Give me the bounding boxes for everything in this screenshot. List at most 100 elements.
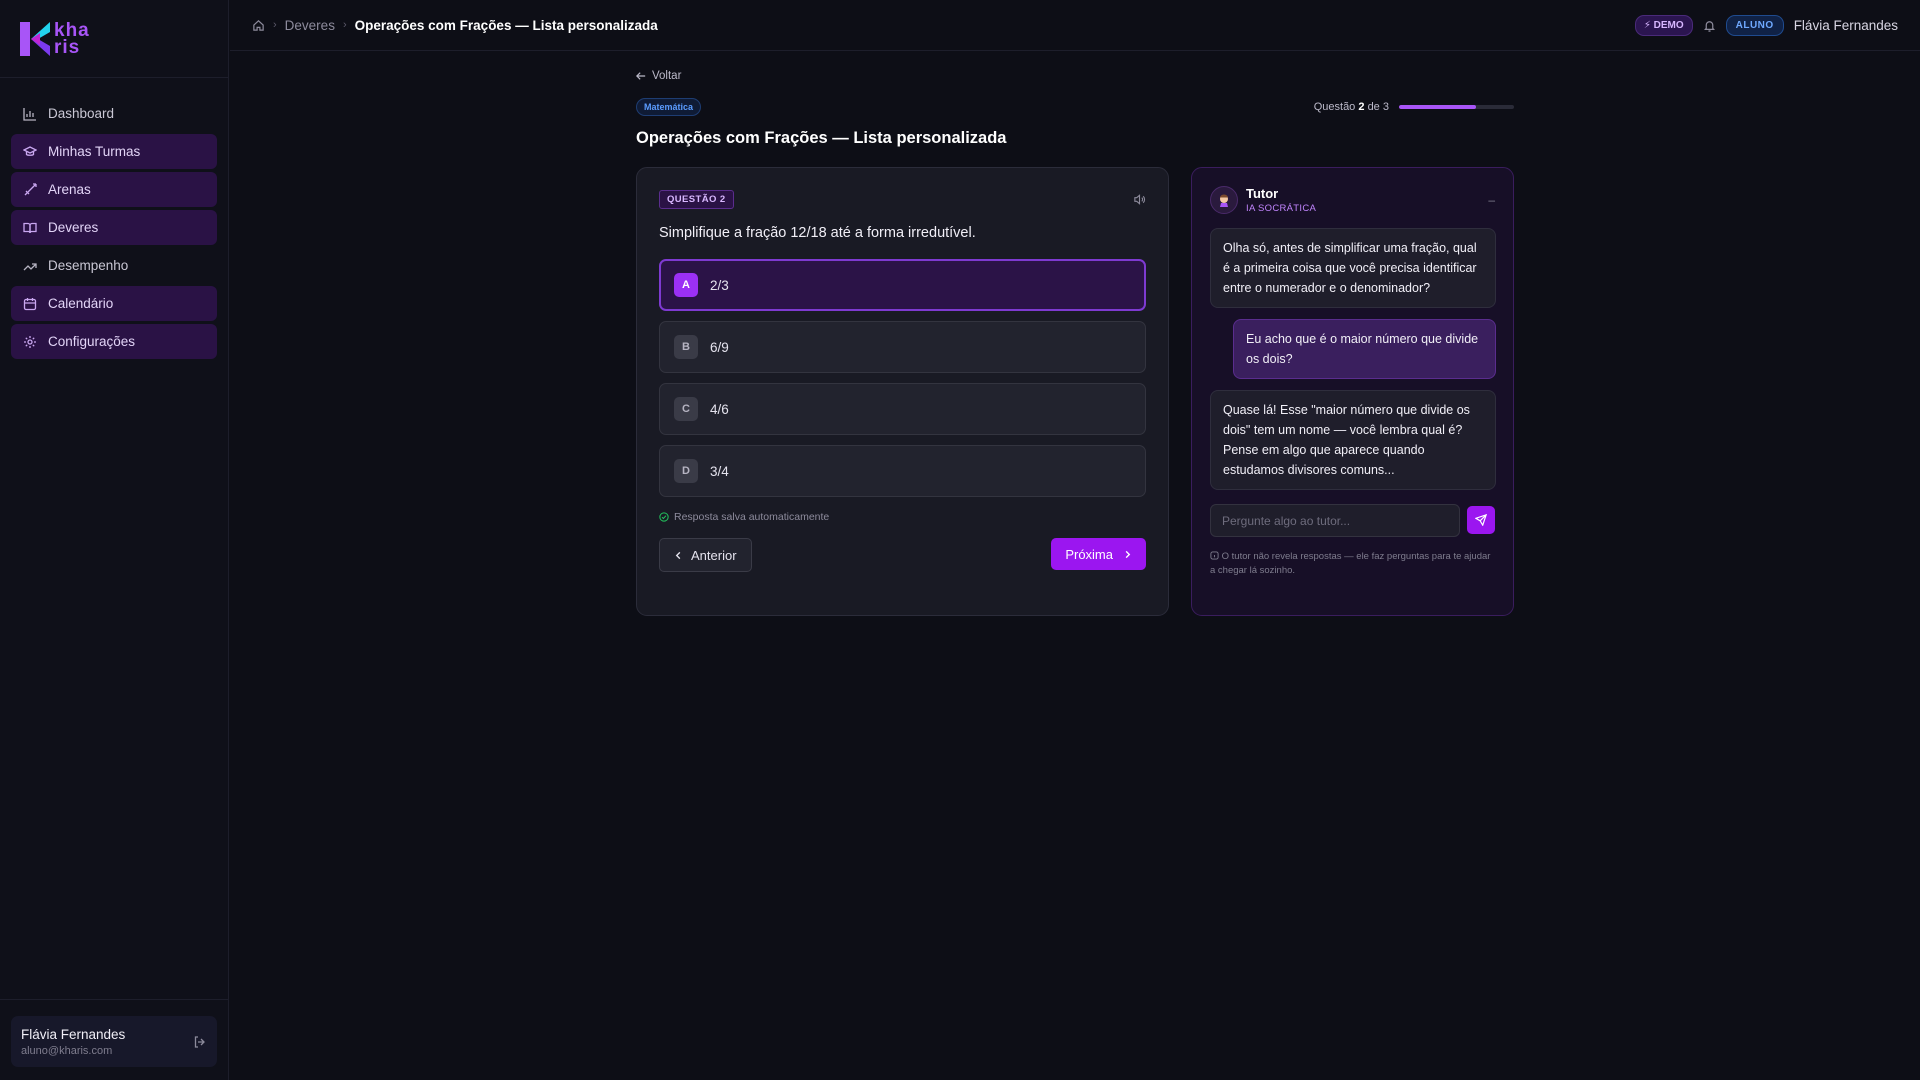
tutor-panel: Tutor IA SOCRÁTICA – Olha só, antes de s… [1191,167,1514,616]
sidebar-item-label: Dashboard [48,106,115,121]
logout-icon[interactable] [193,1035,207,1049]
sidebar-item-dashboard[interactable]: Dashboard [11,96,217,131]
chevron-right-icon: › [273,19,277,31]
sidebar-item-desempenho[interactable]: Desempenho [11,248,217,283]
demo-badge: ⚡ DEMO [1634,14,1693,36]
sidebar-item-configuracoes[interactable]: Configurações [11,324,217,359]
breadcrumb-current: Operações com Frações — Lista personaliz… [354,17,658,33]
sidebar-item-label: Deveres [48,220,99,235]
tutor-chat-input[interactable] [1210,504,1461,537]
topbar-user-name[interactable]: Flávia Fernandes [1794,18,1898,33]
logo-text: kha ris [54,19,90,58]
autosave-text: Resposta salva automaticamente [674,511,830,523]
sidebar-nav: Dashboard Minhas Turmas Arenas Deveres D… [0,78,228,359]
previous-button-label: Anterior [691,547,737,563]
tutor-identity: Tutor IA SOCRÁTICA [1210,186,1316,214]
topbar-right: ⚡ DEMO ALUNO Flávia Fernandes [1634,14,1898,36]
logo-text-line1: kha [54,19,90,41]
question-progress: Questão 2 de 3 [1314,101,1514,113]
option-value: 2/3 [710,277,729,293]
chevron-right-icon: › [342,19,347,31]
tutor-disclaimer: O tutor não revela respostas — ele faz p… [1210,550,1495,578]
sidebar-item-arenas[interactable]: Arenas [11,172,217,207]
back-label: Voltar [652,70,682,82]
sword-icon [23,182,37,197]
option-letter: B [674,335,698,359]
main-content: Voltar Matemática Questão 2 de 3 Operaçõ… [636,70,1514,616]
sidebar-item-label: Desempenho [48,258,129,273]
sidebar-item-label: Configurações [48,334,136,349]
autosave-status: Resposta salva automaticamente [659,511,1146,523]
tutor-avatar-icon [1210,186,1238,214]
speaker-icon[interactable] [1133,193,1146,206]
minimize-tutor-button[interactable]: – [1488,193,1495,207]
logo-text-line2: ris [54,36,81,58]
kharis-logo-icon [20,21,50,56]
tutor-disclaimer-text: O tutor não revela respostas — ele faz p… [1210,551,1491,576]
sidebar-item-deveres[interactable]: Deveres [11,210,217,245]
chevron-left-icon [674,551,683,560]
sidebar-item-label: Arenas [48,182,91,197]
settings-icon [23,335,37,349]
chat-message-user: Eu acho que é o maior número que divide … [1233,319,1496,379]
bell-icon[interactable] [1703,19,1716,32]
subject-progress-row: Matemática Questão 2 de 3 [636,98,1514,116]
sidebar-item-calendario[interactable]: Calendário [11,286,217,321]
breadcrumb-parent-link[interactable]: Deveres [285,18,335,33]
chat-message-tutor: Olha só, antes de simplificar uma fração… [1210,228,1496,308]
answer-options: A 2/3 B 6/9 C 4/6 D 3/4 [659,259,1146,497]
breadcrumb: › Deveres › Operações com Frações — List… [252,18,658,33]
answer-option-a[interactable]: A 2/3 [659,259,1146,311]
tutor-chat-messages: Olha só, antes de simplificar uma fração… [1210,228,1496,490]
progress-bar [1399,105,1514,109]
send-icon [1475,514,1488,526]
subject-badge: Matemática [636,98,702,116]
progress-prefix: Questão [1313,101,1356,113]
question-text: Simplifique a fração 12/18 até a forma i… [659,225,976,241]
info-icon [1210,551,1219,560]
back-link[interactable]: Voltar [636,70,1514,82]
bar-chart-icon [23,107,37,121]
book-open-icon [23,221,37,235]
tutor-role: IA SOCRÁTICA [1246,203,1317,214]
progress-total: 3 [1382,101,1389,113]
topbar: › Deveres › Operações com Frações — List… [230,0,1920,51]
logo[interactable]: kha ris [0,0,228,78]
sidebar-item-label: Calendário [48,296,114,311]
question-card: QUESTÃO 2 Simplifique a fração 12/18 até… [636,167,1169,616]
option-letter: C [674,397,698,421]
home-icon[interactable] [252,19,265,32]
tutor-name: Tutor [1246,186,1279,201]
demo-badge-label: DEMO [1653,19,1684,31]
sidebar-divider [0,999,228,1000]
sidebar-user-email: aluno@kharis.com [21,1044,113,1057]
page-title: Operações com Frações — Lista personaliz… [636,129,1007,147]
sparkle-icon: ⚡ [1643,19,1651,31]
sidebar-user-card: Flávia Fernandes aluno@kharis.com [11,1016,217,1067]
progress-bar-fill [1399,105,1476,109]
progress-label: Questão 2 de 3 [1314,101,1389,113]
role-badge: ALUNO [1725,14,1784,36]
sidebar-item-minhas-turmas[interactable]: Minhas Turmas [11,134,217,169]
question-header: QUESTÃO 2 [659,190,1146,209]
answer-option-c[interactable]: C 4/6 [659,383,1146,435]
graduation-cap-icon [23,145,37,159]
chat-message-tutor: Quase lá! Esse "maior número que divide … [1210,390,1496,490]
previous-button[interactable]: Anterior [659,538,752,572]
answer-option-d[interactable]: D 3/4 [659,445,1146,497]
option-value: 6/9 [710,339,729,355]
tutor-header: Tutor IA SOCRÁTICA – [1210,186,1495,214]
send-message-button[interactable] [1467,506,1495,534]
option-value: 3/4 [710,463,729,479]
progress-current: 2 [1358,101,1365,113]
question-navigation: Anterior Próxima [659,538,1146,572]
trending-up-icon [23,259,37,273]
content-cards: QUESTÃO 2 Simplifique a fração 12/18 até… [636,167,1514,616]
next-button[interactable]: Próxima [1051,538,1146,570]
arrow-left-icon [636,71,646,81]
next-button-label: Próxima [1065,546,1113,562]
sidebar-user-name: Flávia Fernandes [21,1026,126,1042]
check-circle-icon [659,512,669,522]
answer-option-b[interactable]: B 6/9 [659,321,1146,373]
calendar-icon [23,297,37,311]
